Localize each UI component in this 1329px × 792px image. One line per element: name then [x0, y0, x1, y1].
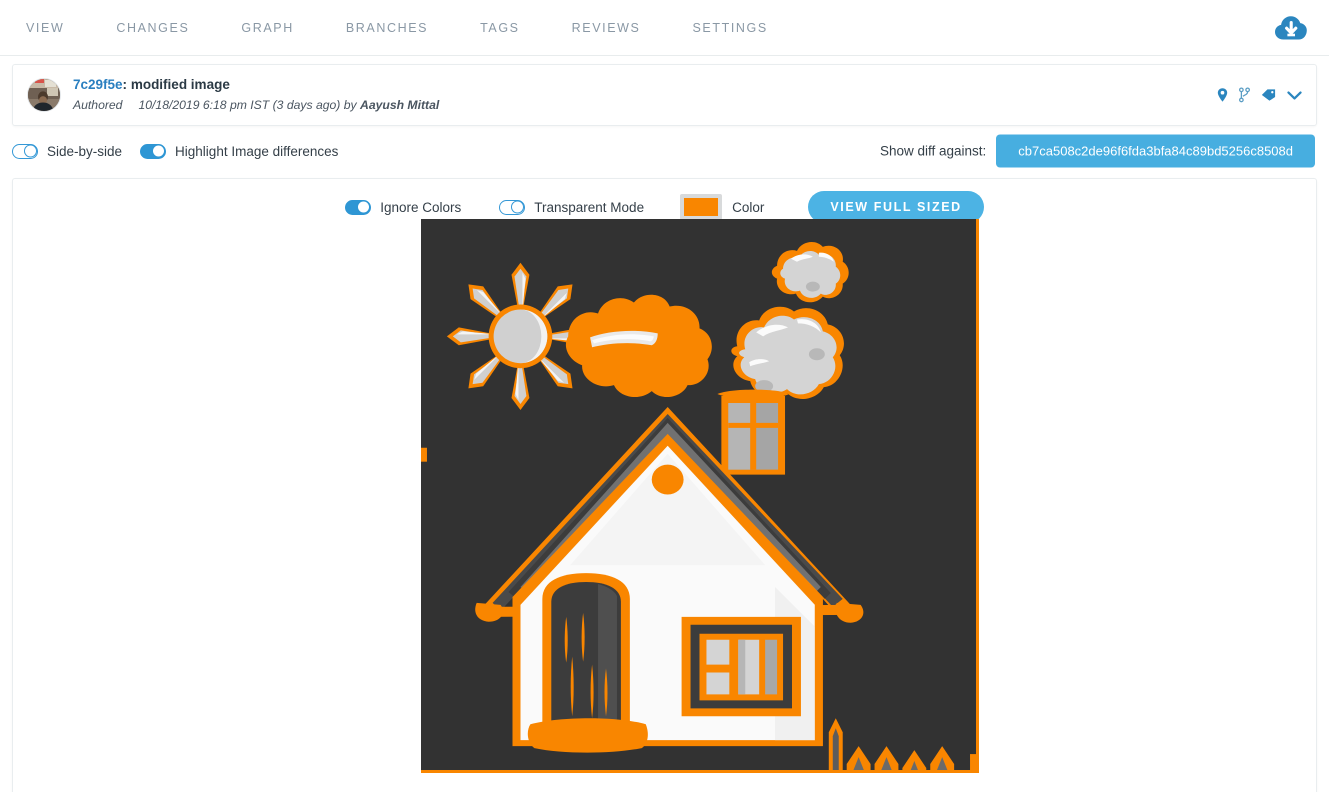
show-diff-against-group: Show diff against: cb7ca508c2de96f6fda3b… [879, 134, 1315, 168]
toggle-knob [358, 201, 370, 213]
nav-item-reviews[interactable]: REVIEWS [572, 21, 641, 35]
door [527, 573, 648, 753]
nav-item-settings[interactable]: SETTINGS [692, 21, 767, 35]
commit-headline: 7c29f5e: modified image [73, 76, 439, 94]
branch-icon[interactable] [1238, 87, 1250, 103]
commit-action-icons [1217, 87, 1302, 103]
window [681, 616, 801, 717]
toggle-knob [511, 200, 525, 214]
color-label: Color [732, 199, 765, 215]
commit-hash-link[interactable]: 7c29f5e [73, 77, 123, 92]
side-by-side-label: Side-by-side [47, 143, 123, 159]
avatar [27, 78, 61, 112]
highlight-differences-label: Highlight Image differences [175, 143, 339, 159]
show-diff-against-label: Show diff against: [879, 143, 987, 159]
authored-label: Authored [73, 98, 123, 112]
cloud-download-icon[interactable] [1273, 12, 1309, 44]
commit-message: modified image [130, 77, 230, 92]
nav-item-tags[interactable]: TAGS [480, 21, 520, 35]
transparent-mode-label: Transparent Mode [534, 199, 645, 215]
commit-text-block: 7c29f5e: modified image Authored 10/18/20… [73, 76, 439, 114]
ignore-colors-toggle[interactable]: Ignore Colors [345, 199, 462, 215]
image-diff-panel: Ignore Colors Transparent Mode Color VIE… [12, 178, 1317, 792]
transparent-mode-toggle[interactable]: Transparent Mode [499, 199, 645, 215]
diff-options-row: Side-by-side Highlight Image differences… [12, 128, 1317, 174]
chimney [717, 389, 790, 475]
tag-icon[interactable] [1261, 89, 1276, 102]
show-diff-against-value[interactable]: cb7ca508c2de96f6fda3bfa84c89bd5256c8508d [996, 134, 1315, 168]
app-page: VIEW CHANGES GRAPH BRANCHES TAGS REVIEWS… [0, 0, 1329, 792]
diff-image-container [421, 219, 979, 773]
commit-summary-card: 7c29f5e: modified image Authored 10/18/20… [12, 64, 1317, 126]
nav-item-view[interactable]: VIEW [26, 21, 64, 35]
ignore-colors-switch[interactable] [345, 199, 372, 215]
commit-meta: Authored 10/18/2019 6:18 pm IST (3 days a… [73, 96, 439, 114]
toggle-knob [153, 145, 165, 157]
toggle-knob [24, 144, 37, 158]
commit-author: Aayush Mittal [360, 98, 440, 112]
side-by-side-switch[interactable] [12, 143, 38, 159]
side-by-side-toggle[interactable]: Side-by-side [12, 143, 123, 159]
diff-image[interactable] [421, 219, 979, 773]
top-navigation-bar: VIEW CHANGES GRAPH BRANCHES TAGS REVIEWS… [0, 0, 1329, 56]
transparent-mode-switch[interactable] [499, 199, 526, 215]
highlight-differences-switch[interactable] [140, 143, 167, 159]
nav-item-changes[interactable]: CHANGES [116, 21, 189, 35]
ignore-colors-label: Ignore Colors [380, 199, 462, 215]
nav-item-graph[interactable]: GRAPH [241, 21, 293, 35]
diff-color-picker[interactable]: Color [680, 194, 764, 220]
color-swatch[interactable] [680, 194, 723, 220]
chevron-down-icon[interactable] [1287, 90, 1302, 100]
location-pin-icon[interactable] [1217, 88, 1228, 103]
commit-timestamp: 10/18/2019 6:18 pm IST (3 days ago) by [138, 98, 357, 112]
commit-separator: : [122, 77, 128, 92]
highlight-differences-toggle[interactable]: Highlight Image differences [140, 143, 339, 159]
nav-item-branches[interactable]: BRANCHES [346, 21, 428, 35]
